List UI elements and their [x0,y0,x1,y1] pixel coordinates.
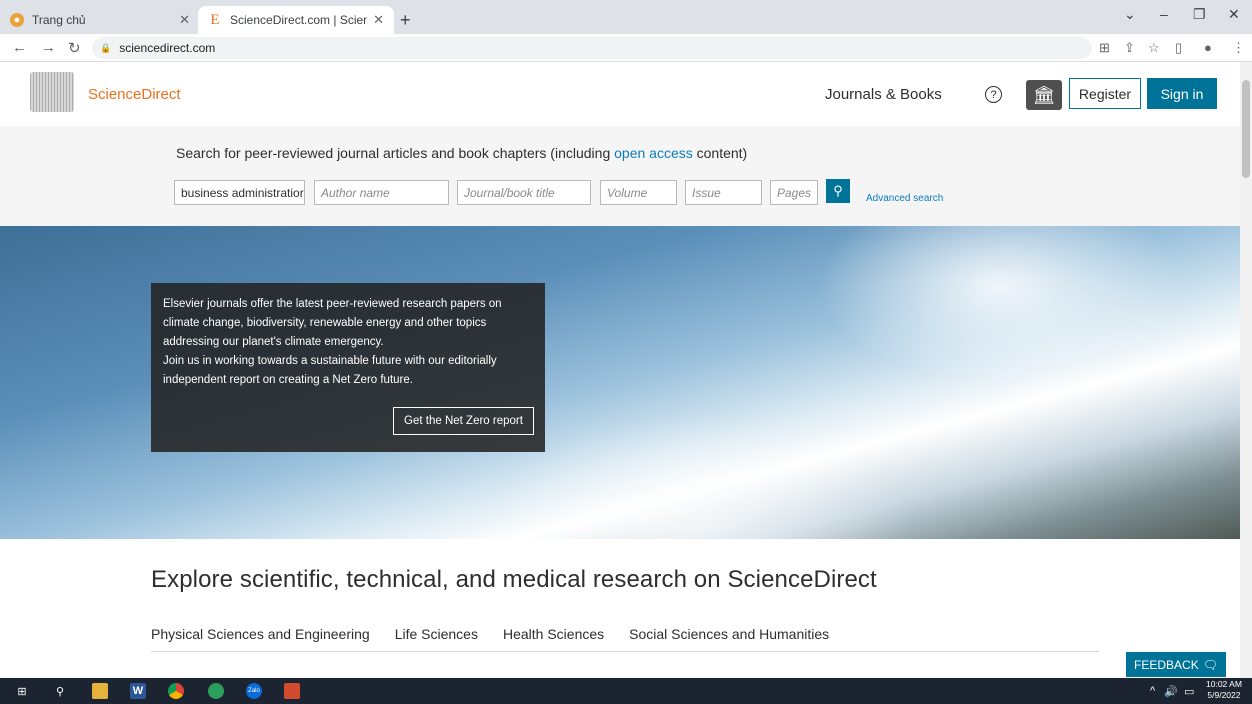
windows-start-icon[interactable]: ⊞ [14,683,30,699]
zalo-icon[interactable]: Zalo [246,683,262,699]
promo-line: Elsevier journals offer the latest peer-… [163,298,502,310]
tab-title: ScienceDirect.com | Science, heal [230,13,368,27]
sciencedirect-logo-text[interactable]: ScienceDirect [88,86,181,103]
category-tabs: Physical Sciences and Engineering Life S… [151,626,829,642]
clock[interactable]: 10:02 AM 5/9/2022 [1206,679,1242,701]
volume-input[interactable]: Volume [600,180,677,205]
site-header: ScienceDirect Journals & Books ? 🏛 Regis… [0,62,1240,126]
windows-taskbar: ⊞ ⚲ W Zalo ^ 🔊 ▭ 10:02 AM 5/9/2022 [0,678,1252,704]
reload-icon[interactable]: ↻ [68,39,81,57]
url-text: sciencedirect.com [119,41,216,55]
elsevier-favicon-icon: E [210,11,220,28]
promo-line: Join us in working towards a sustainable… [163,355,497,367]
volume-icon[interactable]: 🔊 [1164,685,1178,698]
tab-physical-sciences[interactable]: Physical Sciences and Engineering [151,626,370,642]
close-tab-icon[interactable]: ✕ [373,12,384,28]
coc-coc-icon[interactable] [208,683,224,699]
journal-title-input[interactable]: Journal/book title [457,180,591,205]
side-panel-icon[interactable]: ▯ [1175,40,1182,56]
search-icon: ⚲ [833,183,843,198]
register-button[interactable]: Register [1069,78,1141,109]
search-button[interactable]: ⚲ [826,179,850,203]
tab-social-sciences[interactable]: Social Sciences and Humanities [629,626,829,642]
tab-sciencedirect[interactable]: E ScienceDirect.com | Science, heal ✕ [198,6,394,34]
tab-life-sciences[interactable]: Life Sciences [395,626,478,642]
tab-search-icon[interactable]: ⌄ [1124,6,1136,23]
help-icon[interactable]: ? [985,86,1002,103]
hero-banner: Elsevier journals offer the latest peer-… [0,226,1240,539]
clock-time: 10:02 AM [1206,679,1242,689]
forward-icon[interactable]: → [41,39,56,56]
speech-bubble-icon: 🗨 [1202,657,1218,672]
advanced-search-link[interactable]: Advanced search [866,193,943,204]
author-input[interactable]: Author name [314,180,449,205]
new-tab-icon[interactable]: + [400,10,411,31]
scrollbar-thumb[interactable] [1242,80,1250,178]
clock-date: 5/9/2022 [1207,690,1241,700]
tray-chevron-icon[interactable]: ^ [1150,685,1155,697]
elsevier-tree-logo[interactable] [30,72,74,112]
profile-icon[interactable]: ● [1204,40,1212,55]
tab-title: Trang chủ [32,13,86,27]
search-section: Search for peer-reviewed journal article… [0,126,1240,226]
lock-icon: 🔒 [100,42,112,53]
journals-books-link[interactable]: Journals & Books [825,86,942,103]
site-favicon-icon: ● [10,13,24,27]
promo-line: independent report on creating a Net Zer… [163,374,413,386]
minimize-icon[interactable]: – [1160,6,1168,22]
bookmark-star-icon[interactable]: ☆ [1148,40,1160,56]
promo-line: addressing our planet's climate emergenc… [163,336,384,348]
close-window-icon[interactable]: ✕ [1228,6,1240,23]
address-bar-row: ← → ↻ 🔒 sciencedirect.com ⊞ ⇪ ☆ ▯ ● ⋮ [0,34,1252,62]
tab-trang-chu[interactable]: ● Trang chủ ✕ [0,6,200,34]
pages-input[interactable]: Pages [770,180,818,205]
close-tab-icon[interactable]: ✕ [179,12,190,28]
back-icon[interactable]: ← [12,39,27,56]
menu-icon[interactable]: ⋮ [1232,40,1245,56]
search-intro: Search for peer-reviewed journal article… [176,145,748,161]
share-icon[interactable]: ⇪ [1124,40,1135,56]
chrome-icon[interactable] [168,683,184,699]
word-icon[interactable]: W [130,683,146,699]
open-access-link[interactable]: open access [614,145,693,161]
keywords-input[interactable]: business administratior [174,180,305,205]
tab-health-sciences[interactable]: Health Sciences [503,626,604,642]
url-bar[interactable]: 🔒 sciencedirect.com [92,37,1092,59]
promo-line: climate change, biodiversity, renewable … [163,317,487,329]
net-zero-promo: Elsevier journals offer the latest peer-… [151,283,545,452]
feedback-button[interactable]: FEEDBACK 🗨 [1126,652,1226,677]
explore-heading: Explore scientific, technical, and medic… [151,566,877,593]
app-icon[interactable] [284,683,300,699]
file-explorer-icon[interactable] [92,683,108,699]
sign-in-button[interactable]: Sign in [1147,78,1217,109]
category-divider [151,651,1099,652]
page-scrollbar[interactable] [1240,62,1252,678]
net-zero-report-button[interactable]: Get the Net Zero report [393,407,534,435]
issue-input[interactable]: Issue [685,180,762,205]
institution-icon[interactable]: 🏛 [1026,80,1062,110]
browser-tabbar: ● Trang chủ ✕ E ScienceDirect.com | Scie… [0,0,1252,34]
taskbar-search-icon[interactable]: ⚲ [52,683,68,699]
network-icon[interactable]: ▭ [1184,685,1194,698]
restore-icon[interactable]: ❐ [1193,6,1206,23]
translate-icon[interactable]: ⊞ [1099,40,1110,56]
